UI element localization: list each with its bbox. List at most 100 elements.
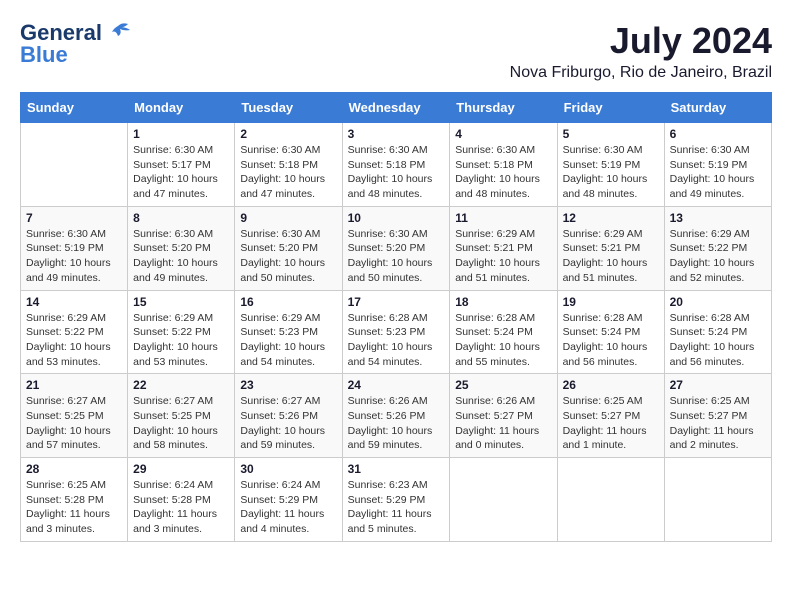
calendar-cell: 7Sunrise: 6:30 AMSunset: 5:19 PMDaylight… — [21, 206, 128, 290]
column-header-thursday: Thursday — [450, 93, 557, 123]
calendar-cell: 25 Sunrise: 6:26 AMSunset: 5:27 PMDayligh… — [450, 374, 557, 458]
logo-blue: Blue — [20, 42, 68, 68]
day-info: Sunrise: 6:26 AMSunset: 5:26 PMDaylight:… — [348, 394, 445, 453]
day-number: 11 — [455, 211, 551, 225]
calendar-cell: 30 Sunrise: 6:24 AMSunset: 5:29 PMDayligh… — [235, 458, 342, 542]
calendar-week-row: 21 Sunrise: 6:27 AMSunset: 5:25 PMDayligh… — [21, 374, 772, 458]
calendar-cell: 8 Sunrise: 6:30 AMSunset: 5:20 PMDaylight… — [128, 206, 235, 290]
day-number: 4 — [455, 127, 551, 141]
calendar-cell: 1Sunrise: 6:30 AMSunset: 5:17 PMDaylight… — [128, 123, 235, 207]
day-info: Sunrise: 6:27 AMSunset: 5:25 PMDaylight:… — [26, 394, 122, 453]
header: General Blue July 2024 Nova Friburgo, Ri… — [20, 20, 772, 82]
logo: General Blue — [20, 20, 132, 68]
day-number: 13 — [670, 211, 766, 225]
day-info: Sunrise: 6:25 AMSunset: 5:27 PMDaylight:… — [670, 394, 766, 453]
calendar-header-row: SundayMondayTuesdayWednesdayThursdayFrid… — [21, 93, 772, 123]
day-info: Sunrise: 6:25 AMSunset: 5:27 PMDaylight:… — [563, 394, 659, 453]
day-number: 12 — [563, 211, 659, 225]
calendar-cell: 5Sunrise: 6:30 AMSunset: 5:19 PMDaylight… — [557, 123, 664, 207]
calendar-body: 1Sunrise: 6:30 AMSunset: 5:17 PMDaylight… — [21, 123, 772, 542]
day-info: Sunrise: 6:30 AMSunset: 5:19 PMDaylight:… — [563, 143, 659, 202]
day-number: 19 — [563, 295, 659, 309]
calendar-cell — [450, 458, 557, 542]
calendar-cell: 27Sunrise: 6:25 AMSunset: 5:27 PMDayligh… — [664, 374, 771, 458]
logo-bird-icon — [104, 22, 132, 44]
day-info: Sunrise: 6:30 AMSunset: 5:18 PMDaylight:… — [455, 143, 551, 202]
subtitle: Nova Friburgo, Rio de Janeiro, Brazil — [510, 64, 772, 82]
calendar-week-row: 28 Sunrise: 6:25 AMSunset: 5:28 PMDayligh… — [21, 458, 772, 542]
calendar-cell: 20 Sunrise: 6:28 AMSunset: 5:24 PMDayligh… — [664, 290, 771, 374]
day-info: Sunrise: 6:29 AMSunset: 5:21 PMDaylight:… — [455, 227, 551, 286]
calendar-week-row: 1Sunrise: 6:30 AMSunset: 5:17 PMDaylight… — [21, 123, 772, 207]
calendar-cell: 4 Sunrise: 6:30 AMSunset: 5:18 PMDaylight… — [450, 123, 557, 207]
day-number: 9 — [240, 211, 336, 225]
day-number: 24 — [348, 378, 445, 392]
calendar-cell: 10 Sunrise: 6:30 AMSunset: 5:20 PMDayligh… — [342, 206, 450, 290]
calendar-cell: 2Sunrise: 6:30 AMSunset: 5:18 PMDaylight… — [235, 123, 342, 207]
day-info: Sunrise: 6:30 AMSunset: 5:19 PMDaylight:… — [670, 143, 766, 202]
day-info: Sunrise: 6:25 AMSunset: 5:28 PMDaylight:… — [26, 478, 122, 537]
day-info: Sunrise: 6:29 AMSunset: 5:22 PMDaylight:… — [133, 311, 229, 370]
day-info: Sunrise: 6:29 AMSunset: 5:22 PMDaylight:… — [670, 227, 766, 286]
day-info: Sunrise: 6:28 AMSunset: 5:24 PMDaylight:… — [670, 311, 766, 370]
column-header-monday: Monday — [128, 93, 235, 123]
title-section: July 2024 Nova Friburgo, Rio de Janeiro,… — [510, 20, 772, 82]
calendar-cell: 26 Sunrise: 6:25 AMSunset: 5:27 PMDayligh… — [557, 374, 664, 458]
calendar-cell: 16 Sunrise: 6:29 AMSunset: 5:23 PMDayligh… — [235, 290, 342, 374]
day-info: Sunrise: 6:29 AMSunset: 5:23 PMDaylight:… — [240, 311, 336, 370]
day-number: 30 — [240, 462, 336, 476]
calendar-cell: 19 Sunrise: 6:28 AMSunset: 5:24 PMDayligh… — [557, 290, 664, 374]
calendar-cell — [557, 458, 664, 542]
day-number: 28 — [26, 462, 122, 476]
day-info: Sunrise: 6:30 AMSunset: 5:20 PMDaylight:… — [240, 227, 336, 286]
column-header-friday: Friday — [557, 93, 664, 123]
calendar-cell: 3Sunrise: 6:30 AMSunset: 5:18 PMDaylight… — [342, 123, 450, 207]
day-number: 21 — [26, 378, 122, 392]
calendar-cell: 31 Sunrise: 6:23 AMSunset: 5:29 PMDayligh… — [342, 458, 450, 542]
calendar-cell: 12 Sunrise: 6:29 AMSunset: 5:21 PMDayligh… — [557, 206, 664, 290]
calendar-cell: 6 Sunrise: 6:30 AMSunset: 5:19 PMDaylight… — [664, 123, 771, 207]
day-number: 8 — [133, 211, 229, 225]
day-number: 26 — [563, 378, 659, 392]
calendar-cell: 22 Sunrise: 6:27 AMSunset: 5:25 PMDayligh… — [128, 374, 235, 458]
calendar-cell: 9 Sunrise: 6:30 AMSunset: 5:20 PMDaylight… — [235, 206, 342, 290]
day-number: 16 — [240, 295, 336, 309]
calendar-cell: 11 Sunrise: 6:29 AMSunset: 5:21 PMDayligh… — [450, 206, 557, 290]
day-info: Sunrise: 6:29 AMSunset: 5:21 PMDaylight:… — [563, 227, 659, 286]
calendar-week-row: 7Sunrise: 6:30 AMSunset: 5:19 PMDaylight… — [21, 206, 772, 290]
day-number: 23 — [240, 378, 336, 392]
day-number: 31 — [348, 462, 445, 476]
day-number: 14 — [26, 295, 122, 309]
column-header-wednesday: Wednesday — [342, 93, 450, 123]
column-header-sunday: Sunday — [21, 93, 128, 123]
calendar-cell: 13 Sunrise: 6:29 AMSunset: 5:22 PMDayligh… — [664, 206, 771, 290]
day-info: Sunrise: 6:28 AMSunset: 5:24 PMDaylight:… — [455, 311, 551, 370]
calendar-cell: 23Sunrise: 6:27 AMSunset: 5:26 PMDayligh… — [235, 374, 342, 458]
day-info: Sunrise: 6:30 AMSunset: 5:18 PMDaylight:… — [348, 143, 445, 202]
day-number: 22 — [133, 378, 229, 392]
day-number: 2 — [240, 127, 336, 141]
calendar-cell: 18Sunrise: 6:28 AMSunset: 5:24 PMDayligh… — [450, 290, 557, 374]
calendar-cell: 15 Sunrise: 6:29 AMSunset: 5:22 PMDayligh… — [128, 290, 235, 374]
calendar-cell: 24 Sunrise: 6:26 AMSunset: 5:26 PMDayligh… — [342, 374, 450, 458]
day-info: Sunrise: 6:23 AMSunset: 5:29 PMDaylight:… — [348, 478, 445, 537]
day-info: Sunrise: 6:26 AMSunset: 5:27 PMDaylight:… — [455, 394, 551, 453]
day-number: 1 — [133, 127, 229, 141]
day-number: 20 — [670, 295, 766, 309]
column-header-tuesday: Tuesday — [235, 93, 342, 123]
day-info: Sunrise: 6:24 AMSunset: 5:29 PMDaylight:… — [240, 478, 336, 537]
day-number: 15 — [133, 295, 229, 309]
calendar-cell: 28 Sunrise: 6:25 AMSunset: 5:28 PMDayligh… — [21, 458, 128, 542]
day-info: Sunrise: 6:27 AMSunset: 5:25 PMDaylight:… — [133, 394, 229, 453]
day-number: 25 — [455, 378, 551, 392]
day-number: 29 — [133, 462, 229, 476]
day-info: Sunrise: 6:30 AMSunset: 5:20 PMDaylight:… — [133, 227, 229, 286]
day-info: Sunrise: 6:24 AMSunset: 5:28 PMDaylight:… — [133, 478, 229, 537]
day-number: 17 — [348, 295, 445, 309]
day-number: 6 — [670, 127, 766, 141]
day-info: Sunrise: 6:28 AMSunset: 5:24 PMDaylight:… — [563, 311, 659, 370]
calendar-cell — [664, 458, 771, 542]
day-number: 10 — [348, 211, 445, 225]
calendar-cell: 29 Sunrise: 6:24 AMSunset: 5:28 PMDayligh… — [128, 458, 235, 542]
day-info: Sunrise: 6:30 AMSunset: 5:20 PMDaylight:… — [348, 227, 445, 286]
